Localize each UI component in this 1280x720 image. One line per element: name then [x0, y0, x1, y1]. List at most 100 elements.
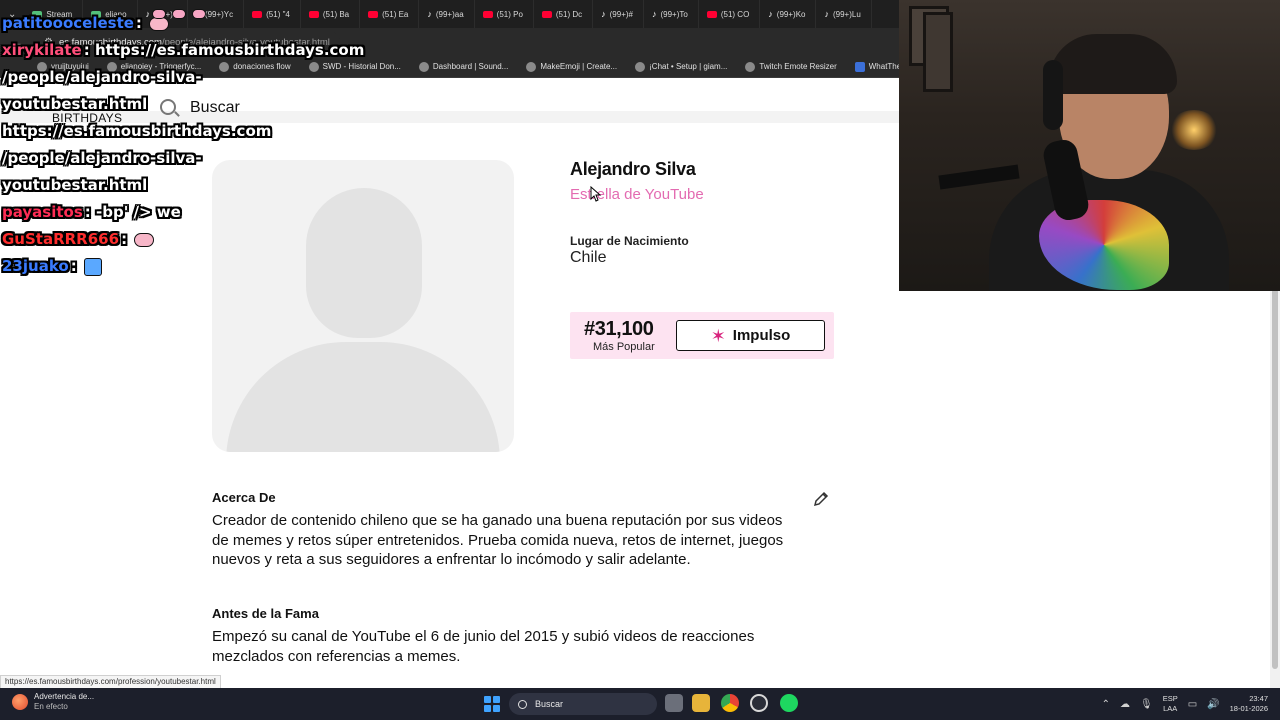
chat-separator: : [84, 203, 91, 221]
browser-tab-label: (51) Ba [322, 9, 350, 19]
avatar-head-silhouette [306, 188, 422, 338]
obs-icon[interactable] [750, 694, 768, 712]
scrollbar-thumb[interactable] [1272, 289, 1278, 669]
bookmark-item[interactable]: MakeEmoji | Create... [519, 61, 624, 72]
chat-message: payasitos: -bp' /> we [2, 199, 302, 226]
rank-number: #31,100 [584, 318, 654, 340]
birthplace-value[interactable]: Chile [570, 249, 606, 267]
chat-message: /people/alejandro-silva- [2, 145, 302, 172]
chat-username: patitoooceleste [2, 14, 134, 32]
profile-name: Alejandro Silva [570, 159, 696, 179]
tiktok-icon: ♪ [824, 9, 829, 19]
bookmark-label: Twitch Emote Resizer [759, 62, 837, 71]
windows-start-icon[interactable] [484, 696, 500, 712]
browser-tab-label: (51) Dc [555, 9, 583, 19]
bookmark-item[interactable]: WhatTheFont Font I... [848, 61, 900, 72]
browser-tab[interactable]: (51) Dc [534, 0, 594, 28]
youtube-icon [706, 10, 717, 18]
stream-chat-overlay: patitoooceleste: xirykilate: https://es.… [2, 9, 364, 280]
boost-button-label: Impulso [732, 327, 791, 344]
browser-tab-label: (51) Ea [382, 9, 409, 19]
boost-button[interactable]: ✶ Impulso [676, 320, 825, 351]
pig-emote-icon [134, 232, 155, 247]
bookmark-favicon-icon [854, 61, 865, 72]
bookmark-favicon-icon [635, 61, 646, 72]
chat-username: 23juako [2, 257, 69, 275]
tiktok-icon: ♪ [651, 9, 657, 19]
youtube-icon [308, 10, 319, 18]
about-title: Acerca De [212, 490, 276, 505]
browser-tab[interactable]: (51) Ba [301, 0, 361, 28]
youtube-icon [368, 10, 379, 18]
chevron-up-icon[interactable]: ⌃ [1102, 699, 1110, 710]
weather-widget[interactable]: Advertencia de... En efecto [12, 692, 94, 712]
browser-tab-label: (99+)# [609, 9, 633, 19]
chat-message: youtubestar.html [2, 172, 302, 199]
bookmark-favicon-icon [418, 61, 429, 72]
chat-separator: : [121, 230, 128, 248]
language-bottom: LAA [1163, 704, 1178, 713]
chat-message: xirykilate: https://es.famousbirthdays.c… [2, 37, 364, 64]
chat-text: -bp' /> we [96, 203, 181, 221]
webcam-overlay [899, 0, 1280, 291]
bookmark-label: WhatTheFont Font I... [868, 62, 900, 71]
browser-tab-label: (51) CO [720, 9, 750, 19]
headphones [1043, 60, 1063, 130]
browser-tab[interactable]: ♪ (99+)To [644, 0, 699, 28]
streamer-hair [1049, 34, 1177, 94]
bookmark-label: Dashboard | Sound... [432, 62, 509, 71]
language-top: ESP [1162, 694, 1178, 703]
chat-username: xirykilate [2, 41, 82, 59]
browser-tab[interactable]: (51) Ea [360, 0, 420, 28]
browser-tab[interactable]: ♪(99+)# [593, 0, 644, 28]
task-view-icon[interactable] [665, 694, 683, 712]
about-body: Creador de contenido chileno que se ha g… [212, 512, 784, 568]
chat-separator: : [70, 257, 77, 275]
youtube-icon [541, 10, 552, 18]
browser-tab[interactable]: ♪ (99+)aa [419, 0, 475, 28]
bookmark-favicon-icon [745, 61, 756, 72]
chat-text: https://es.famousbirthdays.com [94, 41, 365, 59]
popularity-rank-box: #31,100 Más Popular ✶ Impulso [570, 312, 834, 359]
bookmark-item[interactable]: SWD - Historial Don... [302, 61, 408, 72]
bookmark-favicon-icon [308, 61, 319, 72]
edit-pencil-icon[interactable] [811, 489, 831, 509]
link-status-url: https://es.famousbirthdays.com/professio… [0, 675, 221, 689]
cloud-icon[interactable]: ☁ [1120, 699, 1130, 710]
taskbar-search-label: Buscar [535, 699, 564, 709]
language-indicator[interactable]: ESP LAA [1163, 694, 1178, 714]
browser-tab-label: (51) Po [496, 9, 523, 19]
volume-icon[interactable]: 🔊 [1207, 699, 1219, 710]
rank-caption: Más Popular [593, 341, 655, 353]
before-fame-body: Empezó su canal de YouTube el 6 de junio… [212, 628, 755, 665]
tiktok-icon: ♪ [427, 9, 432, 19]
bookmark-item[interactable]: Dashboard | Sound... [412, 61, 515, 72]
taskbar-search[interactable]: Buscar [509, 693, 657, 715]
weather-subtitle: En efecto [34, 702, 68, 711]
browser-tab[interactable]: (51) Po [475, 0, 534, 28]
bookmark-item[interactable]: ¡Chat • Setup | giam... [628, 61, 734, 72]
emote-row [152, 4, 222, 19]
microphone-icon[interactable]: 🎙 [1140, 699, 1153, 710]
lamp-light [1169, 110, 1219, 150]
browser-tab[interactable]: (51) CO [699, 0, 761, 28]
browser-tab[interactable]: ♪ (99+)Lu [816, 0, 872, 28]
spotify-icon[interactable] [780, 694, 798, 712]
browser-tab[interactable]: ♪ (99+)Ko [760, 0, 817, 28]
chrome-icon[interactable] [721, 694, 739, 712]
bookmark-item[interactable]: Twitch Emote Resizer [738, 61, 843, 72]
bookmark-label: ¡Chat • Setup | giam... [649, 62, 728, 71]
bookmark-favicon-icon [526, 61, 537, 72]
blue-emote-icon [83, 257, 102, 276]
chat-message: 23juako: [2, 253, 302, 280]
display-icon[interactable]: ▭ [1188, 699, 1197, 710]
chat-text: youtubestar.html [2, 95, 148, 113]
star-icon: ✶ [710, 325, 726, 346]
file-explorer-icon[interactable] [692, 694, 710, 712]
birthplace-label: Lugar de Nacimiento [570, 234, 689, 248]
clock[interactable]: 23:47 18-01-2026 [1230, 694, 1268, 714]
chat-message: GuStaRRR666: [2, 226, 302, 253]
chat-text: /people/alejandro-silva- [2, 68, 202, 86]
chat-text: https://es.famousbirthdays.com [2, 122, 272, 140]
chat-text: youtubestar.html [2, 176, 148, 194]
